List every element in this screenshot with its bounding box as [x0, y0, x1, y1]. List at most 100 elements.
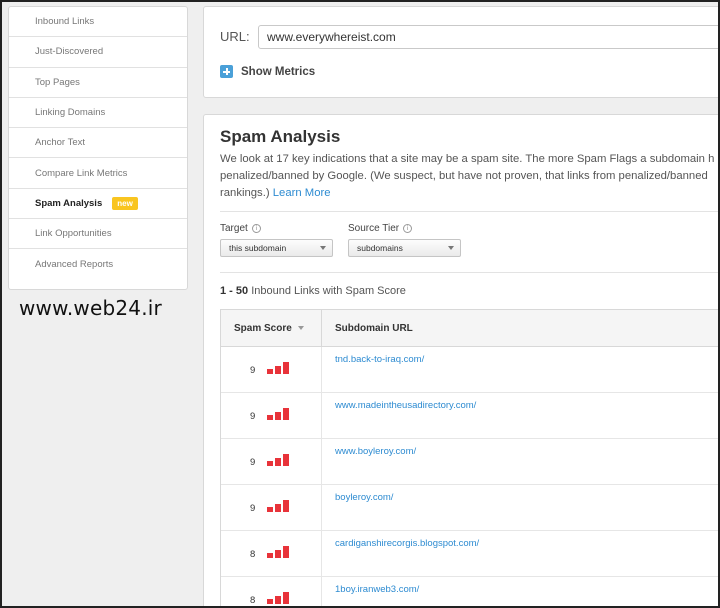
description-line: penalized/banned by Google. (We suspect,…	[220, 170, 708, 182]
spam-score-value: 9	[250, 503, 256, 514]
spam-score-value: 9	[250, 457, 256, 468]
subdomain-url-cell: boyleroy.com/	[322, 485, 718, 530]
divider	[220, 211, 718, 212]
sidebar-item-anchor-text[interactable]: Anchor Text	[9, 128, 187, 159]
learn-more-link[interactable]: Learn More	[273, 187, 331, 199]
spam-score-cell: 9	[221, 485, 322, 530]
sidebar-item-label: Compare Link Metrics	[35, 167, 128, 179]
table-body: 9 tnd.back-to-iraq.com/9 www.madeintheusad…	[221, 347, 718, 606]
target-label-text: Target	[220, 223, 248, 234]
spam-bar	[283, 592, 289, 604]
spam-score-cell: 9	[221, 439, 322, 484]
sidebar-item-label: Anchor Text	[35, 137, 85, 149]
target-select-value: this subdomain	[229, 243, 287, 253]
subdomain-url-link[interactable]: boyleroy.com/	[335, 492, 393, 503]
column-header-label: Subdomain URL	[335, 322, 413, 334]
spam-bar	[275, 550, 281, 558]
subdomain-url-link[interactable]: 1boy.iranweb3.com/	[335, 584, 419, 595]
sidebar-item-top-pages[interactable]: Top Pages	[9, 68, 187, 98]
source-tier-select-value: subdomains	[357, 243, 403, 253]
show-metrics-button[interactable]: Show Metrics	[220, 65, 315, 78]
new-badge: new	[112, 196, 138, 210]
spam-bar	[275, 412, 281, 420]
results-count: 1 - 50 Inbound Links with Spam Score	[220, 285, 406, 297]
sidebar-item-label: Top Pages	[35, 76, 80, 88]
spam-bar	[267, 461, 273, 466]
spam-bar	[283, 500, 289, 512]
table-row: 9 www.madeintheusadirectory.com/	[221, 393, 718, 439]
subdomain-url-link[interactable]: cardiganshirecorgis.blogspot.com/	[335, 538, 479, 549]
sidebar-item-label: Spam Analysis	[35, 197, 103, 209]
sidebar-item-inbound-links[interactable]: Inbound Links	[9, 7, 187, 38]
sidebar-item-advanced-reports[interactable]: Advanced Reports	[9, 249, 187, 279]
subdomain-url-link[interactable]: www.boyleroy.com/	[335, 446, 416, 457]
info-icon[interactable]: i	[403, 224, 413, 233]
url-label: URL:	[220, 29, 250, 44]
table-row: 9 tnd.back-to-iraq.com/	[221, 347, 718, 393]
sidebar-item-link-opportunities[interactable]: Link Opportunities	[9, 219, 187, 250]
subdomain-url-link[interactable]: tnd.back-to-iraq.com/	[335, 354, 424, 365]
spam-score-value: 8	[250, 549, 256, 560]
spam-score-cell: 9	[221, 347, 322, 392]
spam-flags-icon	[267, 546, 293, 558]
spam-bar	[275, 504, 281, 512]
description: We look at 17 key indications that a sit…	[220, 151, 718, 202]
sidebar-item-label: Just-Discovered	[35, 46, 104, 58]
sidebar-item-label: Link Opportunities	[35, 228, 112, 240]
sidebar-item-linking-domains[interactable]: Linking Domains	[9, 98, 187, 129]
subdomain-url-cell: cardiganshirecorgis.blogspot.com/	[322, 531, 718, 576]
spam-bar	[267, 507, 273, 512]
source-tier-select[interactable]: subdomains	[348, 239, 461, 257]
url-panel: URL: Show Metrics	[203, 6, 718, 98]
spam-flags-icon	[267, 408, 293, 420]
target-select[interactable]: this subdomain	[220, 239, 333, 257]
sidebar-item-label: Linking Domains	[35, 107, 106, 119]
spam-table: Spam Score Subdomain URL 9 tnd.back-to-ir…	[220, 309, 718, 606]
spam-bar	[275, 458, 281, 466]
spam-analysis-panel: Spam Analysis We look at 17 key indicati…	[203, 114, 718, 606]
source-tier-label: Source Tier i	[348, 223, 413, 234]
spam-score-cell: 8	[221, 531, 322, 576]
spam-bar	[267, 415, 273, 420]
chevron-down-icon	[448, 246, 454, 250]
divider	[220, 272, 718, 273]
table-header: Spam Score Subdomain URL	[221, 310, 718, 347]
watermark-text: www.web24.ir	[19, 296, 162, 320]
results-text: Inbound Links with Spam Score	[248, 285, 406, 297]
description-line: rankings.) Learn More	[220, 185, 718, 202]
spam-flags-icon	[267, 592, 293, 604]
spam-score-value: 9	[250, 365, 256, 376]
column-header-subdomain-url[interactable]: Subdomain URL	[322, 310, 718, 346]
chevron-down-icon	[320, 246, 326, 250]
spam-flags-icon	[267, 362, 293, 374]
spam-score-value: 8	[250, 595, 256, 606]
spam-bar	[283, 546, 289, 558]
page-title: Spam Analysis	[220, 127, 341, 146]
subdomain-url-cell: www.boyleroy.com/	[322, 439, 718, 484]
url-input[interactable]	[258, 25, 718, 49]
sidebar-item-label: Inbound Links	[35, 16, 95, 28]
spam-score-cell: 8	[221, 577, 322, 606]
column-header-label: Spam Score	[234, 322, 292, 334]
spam-bar	[283, 408, 289, 420]
sort-down-icon	[297, 326, 304, 330]
spam-bar	[275, 366, 281, 374]
sidebar-item-just-discovered[interactable]: Just-Discovered	[9, 37, 187, 68]
show-metrics-label: Show Metrics	[241, 65, 316, 78]
table-row: 9 www.boyleroy.com/	[221, 439, 718, 485]
sidebar-item-compare-link-metrics[interactable]: Compare Link Metrics	[9, 158, 187, 189]
table-row: 9 boyleroy.com/	[221, 485, 718, 531]
spam-bar	[275, 596, 281, 604]
sidebar-item-spam-analysis[interactable]: Spam Analysis new	[9, 189, 187, 220]
spam-bar	[267, 599, 273, 604]
table-row: 8 1boy.iranweb3.com/	[221, 577, 718, 606]
subdomain-url-link[interactable]: www.madeintheusadirectory.com/	[335, 400, 476, 411]
column-header-spam-score[interactable]: Spam Score	[221, 310, 322, 346]
subdomain-url-cell: 1boy.iranweb3.com/	[322, 577, 718, 606]
spam-flags-icon	[267, 454, 293, 466]
sidebar-item-label: Advanced Reports	[35, 259, 114, 271]
subdomain-url-cell: www.madeintheusadirectory.com/	[322, 393, 718, 438]
info-icon[interactable]: i	[251, 224, 261, 233]
description-line: We look at 17 key indications that a sit…	[220, 153, 715, 165]
plus-icon	[220, 65, 233, 78]
